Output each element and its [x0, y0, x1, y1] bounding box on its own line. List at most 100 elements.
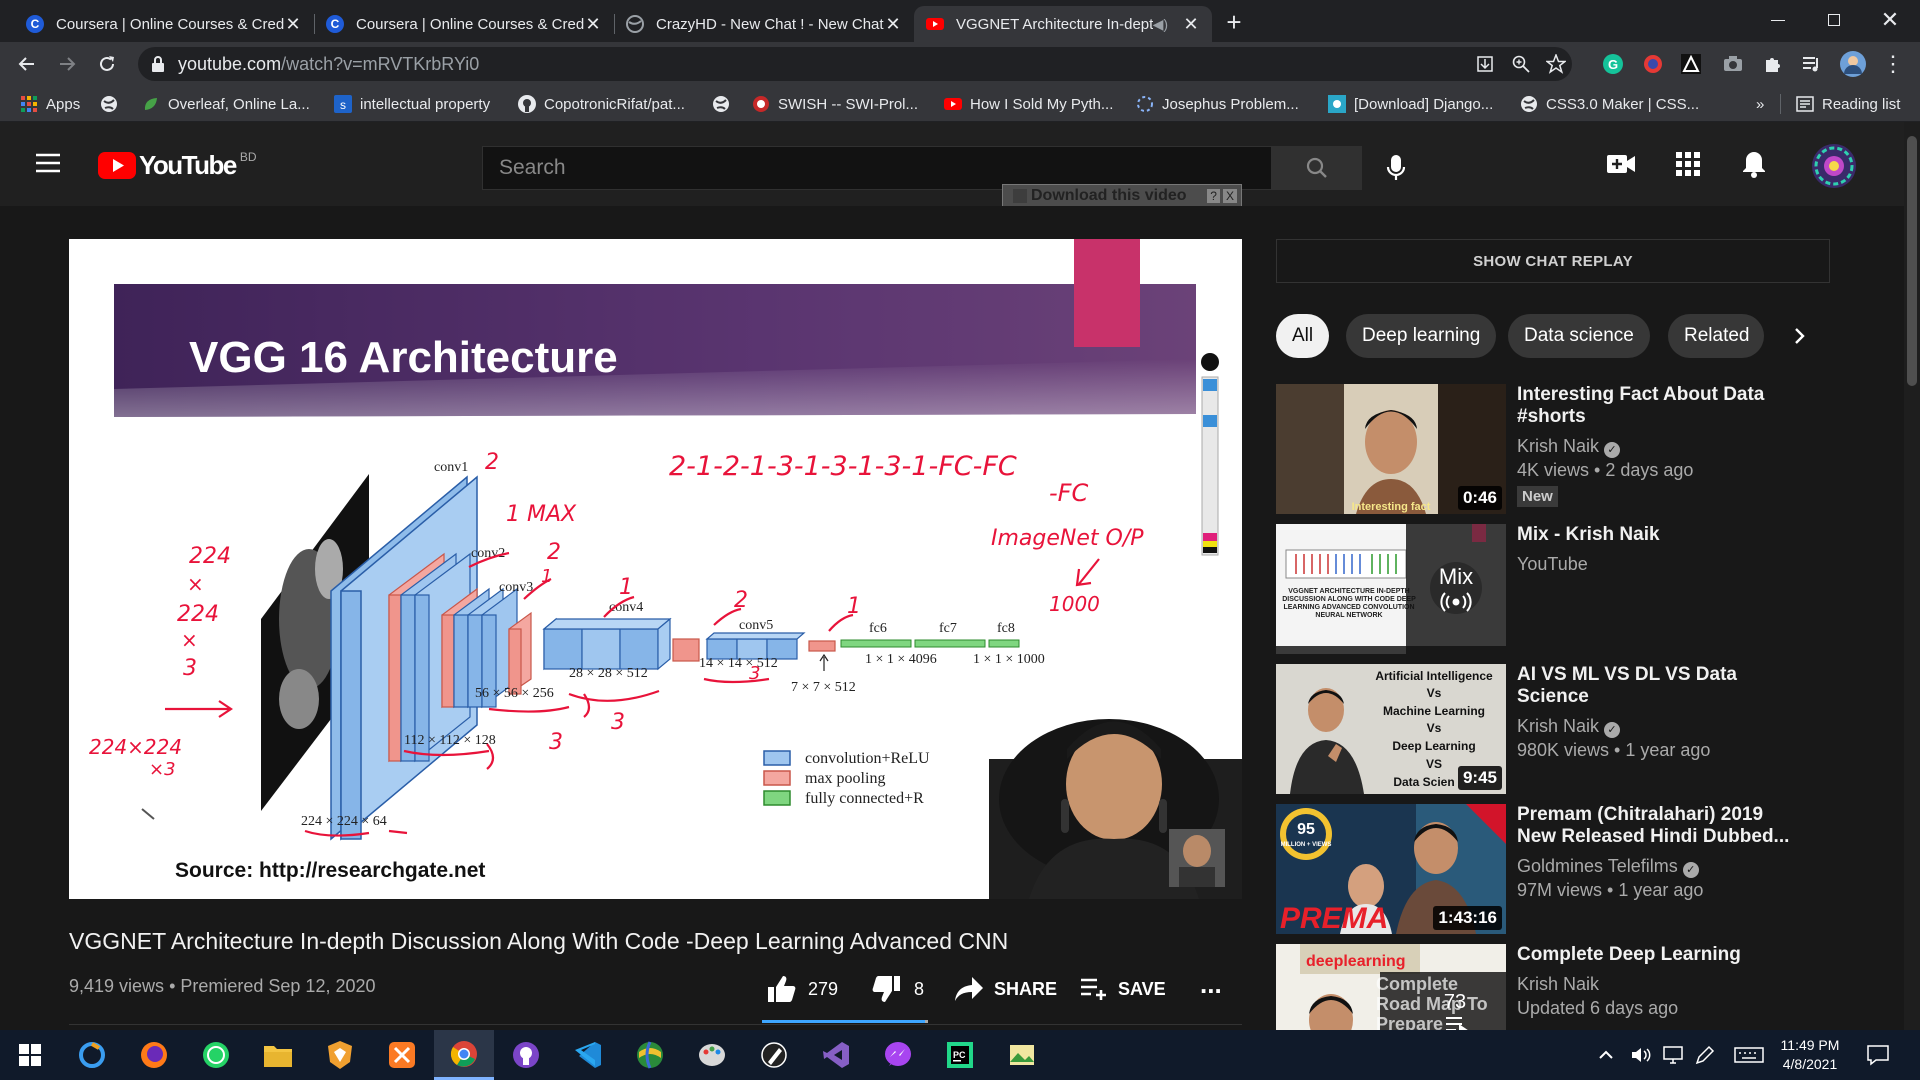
video-thumbnail[interactable]: Interesting fact 0:46	[1276, 384, 1506, 514]
extensions-button[interactable]	[1758, 49, 1788, 79]
tab-audio-icon[interactable]: ◀)	[1153, 16, 1168, 33]
save-button[interactable]: SAVE	[1080, 972, 1166, 1006]
video-thumbnail[interactable]: Artificial Intelligence Vs Machine Learn…	[1276, 664, 1506, 794]
taskbar-chrome[interactable]	[434, 1030, 494, 1080]
channel-name[interactable]: Krish Naik ✓	[1517, 434, 1797, 458]
bookmark-github[interactable]: CopotronicRifat/pat...	[518, 93, 685, 115]
taskbar-app-globe[interactable]	[620, 1030, 680, 1080]
create-video-button[interactable]	[1606, 152, 1636, 176]
guide-menu-button[interactable]	[34, 152, 64, 176]
reload-button[interactable]	[92, 49, 122, 79]
taskbar-whatsapp[interactable]	[186, 1030, 246, 1080]
show-chat-replay-button[interactable]: SHOW CHAT REPLAY	[1276, 239, 1830, 283]
reading-list-button[interactable]: Reading list	[1796, 93, 1900, 115]
show-hidden-icons-button[interactable]	[1598, 1044, 1614, 1066]
bookmark-youtube[interactable]: How I Sold My Pyth...	[944, 93, 1113, 115]
recommendation-item[interactable]: Artificial Intelligence Vs Machine Learn…	[1276, 664, 1796, 794]
share-button[interactable]: SHARE	[954, 972, 1057, 1006]
tab-vggnet-active[interactable]: VGGNET Architecture In-depth ◀) ✕	[914, 6, 1212, 42]
tab-coursera-1[interactable]: C Coursera | Online Courses & Credential…	[14, 6, 314, 42]
taskbar-search-app[interactable]	[62, 1030, 122, 1080]
taskbar-xampp[interactable]	[372, 1030, 432, 1080]
channel-name[interactable]: YouTube	[1517, 552, 1797, 576]
restore-button[interactable]	[1806, 0, 1862, 40]
recommendation-item[interactable]: VGGNET ARCHITECTURE IN-DEPTH DISCUSSION …	[1276, 524, 1796, 654]
address-bar[interactable]: youtube.com/watch?v=mRVTKrbRYi0	[138, 47, 1572, 81]
close-window-button[interactable]: ✕	[1862, 0, 1918, 40]
video-title[interactable]: Interesting Fact About Data #shorts	[1517, 384, 1797, 428]
chip-data-science[interactable]: Data science	[1508, 314, 1650, 358]
taskbar-app-paint[interactable]	[682, 1030, 742, 1080]
taskbar-firefox[interactable]	[124, 1030, 184, 1080]
dislike-button[interactable]: 8	[872, 972, 924, 1006]
video-title[interactable]: Complete Deep Learning	[1517, 944, 1797, 966]
bookmark-globe-2[interactable]	[712, 93, 738, 115]
bookmark-josephus[interactable]: Josephus Problem...	[1136, 93, 1299, 115]
taskbar-messenger[interactable]	[868, 1030, 928, 1080]
video-title[interactable]: AI VS ML VS DL VS Data Science	[1517, 664, 1797, 708]
chip-deep-learning[interactable]: Deep learning	[1346, 314, 1497, 358]
back-button[interactable]	[12, 49, 42, 79]
taskbar-clock[interactable]: 11:49 PM 4/8/2021	[1774, 1036, 1846, 1074]
volume-button[interactable]	[1630, 1044, 1652, 1066]
bookmark-overleaf[interactable]: Overleaf, Online La...	[142, 93, 310, 115]
bookmark-swish[interactable]: SWISH -- SWI-Prol...	[752, 93, 918, 115]
bookmark-globe-1[interactable]	[100, 93, 126, 115]
more-actions-button[interactable]: ...	[1200, 971, 1222, 1006]
taskbar-brave[interactable]	[310, 1030, 370, 1080]
forward-button[interactable]	[52, 49, 82, 79]
voice-search-button[interactable]	[1376, 148, 1416, 188]
bookmark-apps[interactable]: Apps	[20, 93, 80, 115]
tab-coursera-2[interactable]: C Coursera | Online Courses & Credential…	[314, 6, 614, 42]
start-button[interactable]	[0, 1030, 60, 1080]
youtube-logo[interactable]: YouTube BD	[98, 150, 257, 180]
scrollbar-thumb[interactable]	[1907, 136, 1917, 386]
taskbar-github-desktop[interactable]	[496, 1030, 556, 1080]
bookmark-intellectual-property[interactable]: s intellectual property	[334, 93, 490, 115]
chrome-menu-button[interactable]: ⋮	[1878, 49, 1908, 79]
download-close-button[interactable]: X	[1222, 189, 1237, 203]
like-button[interactable]: 279	[766, 972, 838, 1006]
video-title[interactable]: Premam (Chitralahari) 2019 New Released …	[1517, 804, 1797, 848]
recommendation-item[interactable]: deeplearning Complete Road Map To Prepar…	[1276, 944, 1796, 1030]
channel-name[interactable]: Krish Naik ✓	[1517, 714, 1797, 738]
grammarly-extension[interactable]: G	[1598, 49, 1628, 79]
tab-close-icon[interactable]: ✕	[584, 14, 602, 35]
extension-3[interactable]	[1676, 49, 1706, 79]
tab-crazyhd[interactable]: CrazyHD - New Chat ! - New Chat ✕	[614, 6, 914, 42]
action-center-button[interactable]	[1866, 1044, 1890, 1066]
recommendation-item[interactable]: 95 MILLION + VIEWS PREMA 1:43:16 Premam …	[1276, 804, 1796, 934]
profile-button[interactable]	[1838, 49, 1868, 79]
taskbar-app-image[interactable]	[992, 1030, 1052, 1080]
taskbar-app-inkscape[interactable]	[744, 1030, 804, 1080]
account-avatar-button[interactable]	[1812, 144, 1856, 188]
page-scrollbar[interactable]	[1904, 122, 1920, 1030]
taskbar-visual-studio[interactable]	[806, 1030, 866, 1080]
chips-next-button[interactable]	[1770, 314, 1830, 358]
notifications-button[interactable]	[1742, 150, 1766, 178]
taskbar-pycharm[interactable]: PC	[930, 1030, 990, 1080]
pen-workspace-button[interactable]	[1694, 1044, 1716, 1066]
video-player[interactable]: VGG 16 Architecture conv1 conv2 conv3 co…	[69, 239, 1242, 899]
extension-camera[interactable]	[1718, 49, 1748, 79]
recommendation-item[interactable]: Interesting fact 0:46 Interesting Fact A…	[1276, 384, 1796, 514]
channel-name[interactable]: Krish Naik	[1517, 972, 1797, 996]
chip-related[interactable]: Related	[1668, 314, 1764, 358]
bookmark-css3-maker[interactable]: CSS3.0 Maker | CSS...	[1520, 93, 1699, 115]
new-tab-button[interactable]: +	[1220, 8, 1248, 36]
tab-close-icon[interactable]: ✕	[284, 14, 302, 35]
youtube-apps-button[interactable]	[1676, 152, 1700, 176]
video-title[interactable]: Mix - Krish Naik	[1517, 524, 1797, 546]
minimize-button[interactable]	[1750, 0, 1806, 40]
touch-keyboard-button[interactable]	[1734, 1044, 1764, 1066]
video-thumbnail[interactable]: deeplearning Complete Road Map To Prepar…	[1276, 944, 1506, 1030]
bookmarks-overflow-button[interactable]: »	[1756, 93, 1764, 115]
search-input[interactable]	[483, 147, 1271, 189]
taskbar-vscode[interactable]	[558, 1030, 618, 1080]
bookmark-star-icon[interactable]	[1546, 54, 1566, 74]
tab-close-icon[interactable]: ✕	[1182, 14, 1200, 35]
tab-close-icon[interactable]: ✕	[884, 14, 902, 35]
install-icon[interactable]	[1476, 55, 1494, 73]
channel-name[interactable]: Goldmines Telefilms ✓	[1517, 854, 1797, 878]
zoom-icon[interactable]	[1512, 55, 1530, 73]
